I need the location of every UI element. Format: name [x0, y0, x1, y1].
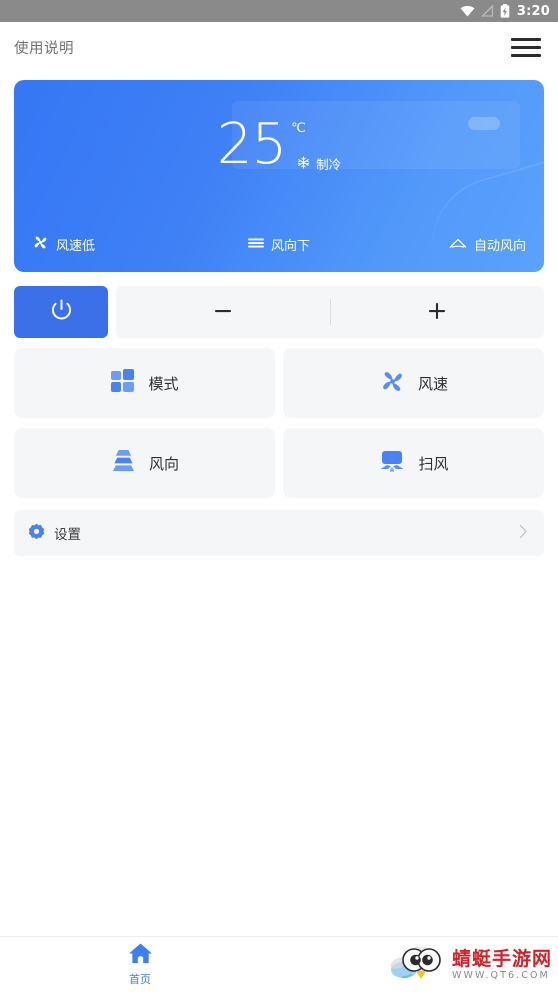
nav-item-home[interactable]: 首页: [90, 942, 190, 987]
settings-row[interactable]: 设置: [14, 510, 544, 556]
status-time: 3:20: [516, 3, 550, 19]
home-icon: [128, 942, 153, 969]
grid-squares-icon: [110, 368, 136, 398]
function-row-2: 风向 扫风: [14, 428, 544, 498]
function-row-1: 模式 风速: [14, 348, 544, 418]
fan-icon: [32, 234, 49, 255]
mode-button[interactable]: 模式: [14, 348, 275, 418]
louver-stack-icon: [110, 449, 137, 477]
chevron-right-icon: [519, 524, 528, 543]
control-row: [14, 286, 544, 338]
status-wind-direction[interactable]: 风向下: [197, 234, 362, 255]
status-fan-speed[interactable]: 风速低: [32, 234, 197, 255]
ac-unit-swing-icon: [378, 449, 406, 478]
minus-icon: [212, 300, 234, 325]
status-bar: 3:20: [0, 0, 558, 22]
power-button[interactable]: [14, 286, 108, 338]
gear-icon: [28, 523, 45, 544]
wind-direction-button[interactable]: 风向: [14, 428, 275, 498]
wifi-icon: [460, 5, 475, 17]
watermark-url: WWW.QT6.COM: [451, 969, 550, 981]
current-mode: 制冷: [297, 154, 341, 173]
power-icon: [49, 298, 74, 326]
fan-speed-button[interactable]: 风速: [283, 348, 544, 418]
mode-label: 制冷: [316, 157, 342, 172]
watermark-title: 蜻蜓手游网: [451, 947, 552, 970]
temperature-display: 25 ℃ 制冷: [14, 112, 544, 177]
plus-icon: [426, 300, 448, 325]
hamburger-line: [511, 45, 541, 49]
temperature-increase-button[interactable]: [330, 286, 544, 338]
temperature-unit: ℃: [291, 121, 306, 136]
temperature-value: 25: [216, 112, 287, 177]
dragonfly-mascot-icon: [390, 944, 446, 986]
mode-button-label: 模式: [148, 375, 179, 393]
snowflake-icon: [297, 154, 310, 173]
temperature-adjuster: [116, 286, 544, 338]
wind-direction-lines-icon: [248, 236, 264, 254]
status-wind-direction-label: 风向下: [271, 239, 311, 254]
fan-blades-icon: [379, 368, 406, 398]
settings-label: 设置: [54, 527, 81, 543]
swing-button[interactable]: 扫风: [283, 428, 544, 498]
nav-item-home-label: 首页: [129, 973, 151, 986]
hamburger-menu-icon[interactable]: [511, 35, 541, 59]
hamburger-line: [511, 53, 541, 57]
hamburger-line: [511, 37, 541, 41]
main-content: 25 ℃ 制冷 风速低 风向下 自动风向 模式 风速 风向 扫风 设置: [0, 72, 558, 556]
status-auto-wind[interactable]: 自动风向: [361, 234, 526, 255]
battery-charging-icon: [500, 4, 510, 18]
status-auto-wind-label: 自动风向: [474, 239, 527, 254]
fan-speed-button-label: 风速: [417, 375, 448, 393]
swing-button-label: 扫风: [418, 455, 449, 473]
ac-status-card[interactable]: 25 ℃ 制冷 风速低 风向下 自动风向: [14, 80, 544, 272]
signal-off-icon: [480, 5, 494, 17]
auto-wind-arc-icon: [449, 236, 467, 254]
page-title: 使用说明: [14, 40, 74, 57]
wind-direction-button-label: 风向: [148, 455, 179, 473]
status-fan-speed-label: 风速低: [56, 239, 96, 254]
app-bar: 使用说明: [0, 22, 558, 72]
temperature-decrease-button[interactable]: [116, 286, 330, 338]
site-watermark: 蜻蜓手游网 WWW.QT6.COM: [390, 944, 552, 986]
card-status-row: 风速低 风向下 自动风向: [14, 234, 544, 255]
